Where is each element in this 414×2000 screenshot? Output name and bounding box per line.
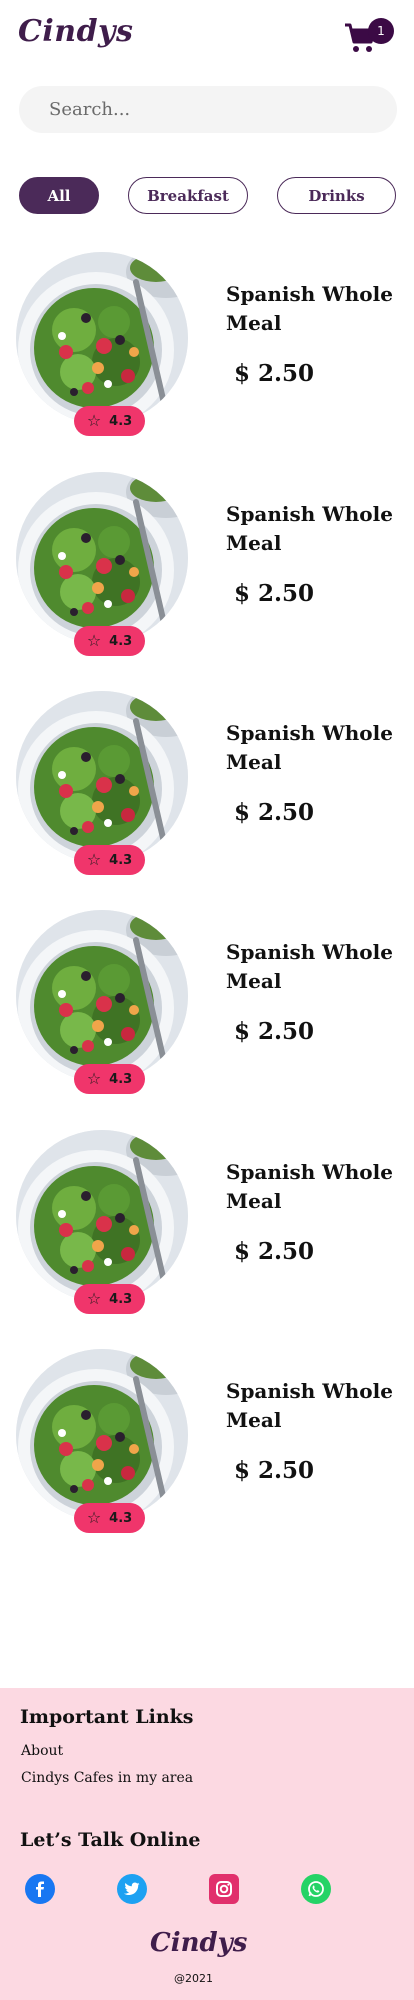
footer-link-cafes[interactable]: Cindys Cafes in my area	[21, 1770, 193, 1786]
star-icon: ☆	[86, 850, 102, 869]
menu-item-image[interactable]	[16, 691, 188, 863]
salad-image	[16, 252, 188, 424]
copyright-text: @2021	[174, 1972, 213, 1985]
menu-item-name[interactable]: Spanish Whole Meal	[226, 1377, 406, 1435]
star-icon: ☆	[86, 1508, 102, 1527]
twitter-icon[interactable]	[117, 1874, 147, 1904]
rating-value: 4.3	[109, 413, 133, 429]
salad-image	[16, 910, 188, 1082]
menu-item-name[interactable]: Spanish Whole Meal	[226, 938, 406, 996]
rating-badge: ☆ 4.3	[74, 406, 145, 436]
tab-breakfast[interactable]: Breakfast	[128, 177, 248, 214]
rating-badge: ☆ 4.3	[74, 845, 145, 875]
important-links-heading: Important Links	[20, 1706, 194, 1728]
search-input[interactable]	[19, 86, 397, 133]
star-icon: ☆	[86, 411, 102, 430]
tab-all[interactable]: All	[19, 177, 99, 214]
star-icon: ☆	[86, 1069, 102, 1088]
menu-item-image[interactable]	[16, 252, 188, 424]
menu-item-name[interactable]: Spanish Whole Meal	[226, 1158, 406, 1216]
rating-badge: ☆ 4.3	[74, 1064, 145, 1094]
app-logo[interactable]: Cindys	[18, 14, 133, 49]
tab-drinks[interactable]: Drinks	[277, 177, 396, 214]
rating-value: 4.3	[109, 1071, 133, 1087]
menu-item-image[interactable]	[16, 472, 188, 644]
whatsapp-icon[interactable]	[301, 1874, 331, 1904]
facebook-icon[interactable]	[25, 1874, 55, 1904]
menu-item-card[interactable]: ☆ 4.3 Spanish Whole Meal $ 2.50	[0, 1130, 414, 1320]
menu-item-image[interactable]	[16, 1130, 188, 1302]
menu-item-image[interactable]	[16, 1349, 188, 1521]
menu-item-card[interactable]: ☆ 4.3 Spanish Whole Meal $ 2.50	[0, 472, 414, 662]
menu-item-price: $ 2.50	[234, 799, 315, 826]
social-heading: Let’s Talk Online	[20, 1829, 201, 1851]
menu-item-price: $ 2.50	[234, 1457, 315, 1484]
salad-image	[16, 1130, 188, 1302]
menu-item-name[interactable]: Spanish Whole Meal	[226, 280, 406, 338]
footer-link-about[interactable]: About	[21, 1743, 63, 1759]
menu-item-card[interactable]: ☆ 4.3 Spanish Whole Meal $ 2.50	[0, 910, 414, 1100]
cart-button[interactable]: 1	[344, 18, 394, 58]
rating-badge: ☆ 4.3	[74, 626, 145, 656]
salad-image	[16, 691, 188, 863]
footer: Important Links About Cindys Cafes in my…	[0, 1688, 414, 2000]
menu-item-image[interactable]	[16, 910, 188, 1082]
instagram-icon[interactable]	[209, 1874, 239, 1904]
menu-item-price: $ 2.50	[234, 1018, 315, 1045]
salad-image	[16, 472, 188, 644]
footer-logo: Cindys	[150, 1928, 248, 1958]
star-icon: ☆	[86, 1289, 102, 1308]
rating-badge: ☆ 4.3	[74, 1284, 145, 1314]
rating-badge: ☆ 4.3	[74, 1503, 145, 1533]
star-icon: ☆	[86, 631, 102, 650]
menu-item-name[interactable]: Spanish Whole Meal	[226, 500, 406, 558]
rating-value: 4.3	[109, 633, 133, 649]
menu-item-card[interactable]: ☆ 4.3 Spanish Whole Meal $ 2.50	[0, 252, 414, 442]
menu-item-price: $ 2.50	[234, 360, 315, 387]
salad-image	[16, 1349, 188, 1521]
rating-value: 4.3	[109, 1510, 133, 1526]
menu-item-name[interactable]: Spanish Whole Meal	[226, 719, 406, 777]
menu-item-card[interactable]: ☆ 4.3 Spanish Whole Meal $ 2.50	[0, 1349, 414, 1539]
rating-value: 4.3	[109, 1291, 133, 1307]
menu-item-card[interactable]: ☆ 4.3 Spanish Whole Meal $ 2.50	[0, 691, 414, 881]
rating-value: 4.3	[109, 852, 133, 868]
menu-item-price: $ 2.50	[234, 580, 315, 607]
menu-item-price: $ 2.50	[234, 1238, 315, 1265]
header: Cindys 1	[0, 0, 414, 70]
category-tabs: All Breakfast Drinks	[0, 177, 414, 215]
cart-count-badge: 1	[368, 18, 394, 44]
